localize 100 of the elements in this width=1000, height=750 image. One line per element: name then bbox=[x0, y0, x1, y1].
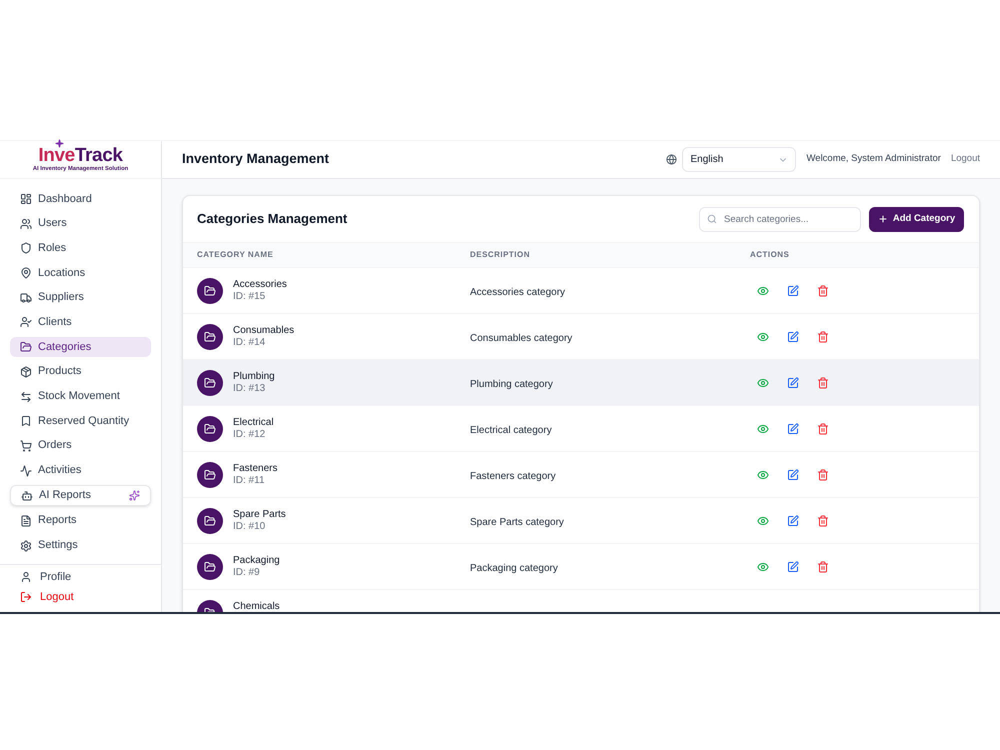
sidebar-item[interactable]: Logout bbox=[0, 587, 161, 607]
category-id: ID: #11 bbox=[233, 474, 266, 486]
category-description: Electrical category bbox=[470, 424, 552, 436]
folder-icon bbox=[197, 278, 223, 304]
category-description: Consumables category bbox=[470, 332, 572, 344]
eye-icon bbox=[757, 422, 769, 434]
person-icon bbox=[20, 571, 32, 583]
category-description: Spare Parts category bbox=[470, 516, 564, 528]
logout-link[interactable]: Logout bbox=[950, 152, 980, 167]
eye-icon bbox=[757, 514, 769, 526]
folder-icon bbox=[197, 554, 223, 580]
trash-icon bbox=[817, 376, 829, 388]
sidebar-item[interactable]: Dashboard bbox=[10, 189, 151, 209]
eye-icon bbox=[757, 376, 769, 388]
category-name: Packaging bbox=[233, 554, 280, 566]
category-id: ID: #14 bbox=[233, 336, 266, 348]
category-name: Plumbing bbox=[233, 370, 275, 382]
trash-icon bbox=[817, 422, 829, 434]
users-icon bbox=[20, 218, 32, 230]
cart-icon bbox=[20, 440, 32, 452]
welcome-text: Welcome, System Administrator bbox=[806, 152, 941, 166]
category-name: Electrical bbox=[233, 416, 274, 428]
search-field[interactable]: Search categories... bbox=[699, 206, 861, 232]
folder-icon bbox=[197, 416, 223, 442]
column-header: CATEGORY NAME bbox=[197, 249, 274, 261]
sidebar-item[interactable]: Suppliers bbox=[10, 288, 151, 308]
category-name: Consumables bbox=[233, 324, 294, 336]
logout-icon bbox=[20, 591, 32, 603]
trash-icon bbox=[817, 330, 829, 342]
category-id: ID: #15 bbox=[233, 290, 266, 302]
pencil-square-icon bbox=[787, 422, 799, 434]
folder-icon bbox=[197, 462, 223, 488]
sidebar-item[interactable]: Activities bbox=[10, 460, 151, 481]
sparkles-icon bbox=[129, 490, 140, 502]
map-pin-icon bbox=[20, 267, 32, 280]
category-id: ID: #13 bbox=[233, 382, 266, 394]
logo-wordmark: InveTrack bbox=[38, 146, 123, 166]
truck-icon bbox=[20, 292, 32, 304]
sidebar-item[interactable]: AI Reports bbox=[10, 485, 151, 506]
sidebar-item[interactable]: Settings bbox=[10, 536, 151, 556]
sidebar-item[interactable]: Reserved Quantity bbox=[10, 411, 151, 432]
pulse-icon bbox=[20, 464, 32, 477]
language-select[interactable]: English bbox=[682, 147, 796, 172]
category-id: ID: #9 bbox=[233, 566, 261, 578]
sparkle-icon bbox=[55, 139, 64, 148]
category-description: Accessories category bbox=[470, 286, 566, 298]
eye-icon bbox=[757, 560, 769, 572]
eye-icon bbox=[757, 468, 769, 480]
sidebar-item[interactable]: Reports bbox=[10, 510, 151, 531]
eye-icon bbox=[757, 330, 769, 342]
globe-icon bbox=[666, 154, 678, 165]
add-category-button[interactable]: Add Category bbox=[869, 206, 964, 232]
category-name: Chemicals bbox=[233, 600, 280, 612]
trash-icon bbox=[817, 468, 829, 480]
sidebar-item[interactable]: Orders bbox=[10, 436, 151, 456]
trash-icon bbox=[817, 514, 829, 526]
sidebar-item[interactable]: Profile bbox=[0, 567, 161, 587]
document-icon bbox=[20, 514, 32, 527]
sidebar-item[interactable]: Categories bbox=[10, 337, 151, 358]
sidebar-item[interactable]: Clients bbox=[10, 312, 151, 332]
sidebar-item[interactable]: Users bbox=[10, 214, 151, 234]
category-id: ID: #12 bbox=[233, 428, 266, 440]
arrows-icon bbox=[20, 390, 32, 402]
folder-icon bbox=[197, 324, 223, 350]
search-icon bbox=[707, 214, 717, 224]
trash-icon bbox=[817, 284, 829, 296]
trash-icon bbox=[817, 560, 829, 572]
category-description: Fasteners category bbox=[470, 470, 556, 482]
category-id: ID: #10 bbox=[233, 520, 266, 532]
pencil-square-icon bbox=[787, 468, 799, 480]
folder-icon bbox=[20, 341, 32, 354]
column-header: ACTIONS bbox=[750, 249, 790, 261]
sidebar-item[interactable]: Stock Movement bbox=[10, 386, 151, 406]
bookmark-icon bbox=[20, 415, 32, 428]
pencil-square-icon bbox=[787, 560, 799, 572]
gear-icon bbox=[20, 540, 32, 552]
pencil-square-icon bbox=[787, 284, 799, 296]
user-check-icon bbox=[20, 316, 32, 328]
sidebar-item[interactable]: Products bbox=[10, 362, 151, 382]
column-header: DESCRIPTION bbox=[470, 249, 531, 261]
grid-icon bbox=[20, 193, 32, 205]
category-name: Fasteners bbox=[233, 462, 278, 474]
pencil-square-icon bbox=[787, 376, 799, 388]
category-name: Accessories bbox=[233, 278, 287, 290]
sidebar-item[interactable]: Roles bbox=[10, 238, 151, 258]
plus-icon bbox=[878, 214, 888, 224]
page-title: Inventory Management bbox=[182, 150, 330, 168]
folder-icon bbox=[197, 370, 223, 396]
folder-icon bbox=[197, 508, 223, 534]
sidebar-item[interactable]: Locations bbox=[10, 263, 151, 284]
category-name: Spare Parts bbox=[233, 508, 286, 520]
category-description: Plumbing category bbox=[470, 378, 553, 390]
eye-icon bbox=[757, 284, 769, 296]
card-title: Categories Management bbox=[197, 210, 348, 228]
shield-icon bbox=[20, 242, 32, 254]
box-icon bbox=[20, 366, 32, 378]
pencil-square-icon bbox=[787, 330, 799, 342]
robot-icon bbox=[21, 490, 33, 502]
category-description: Packaging category bbox=[470, 562, 558, 574]
pencil-square-icon bbox=[787, 514, 799, 526]
